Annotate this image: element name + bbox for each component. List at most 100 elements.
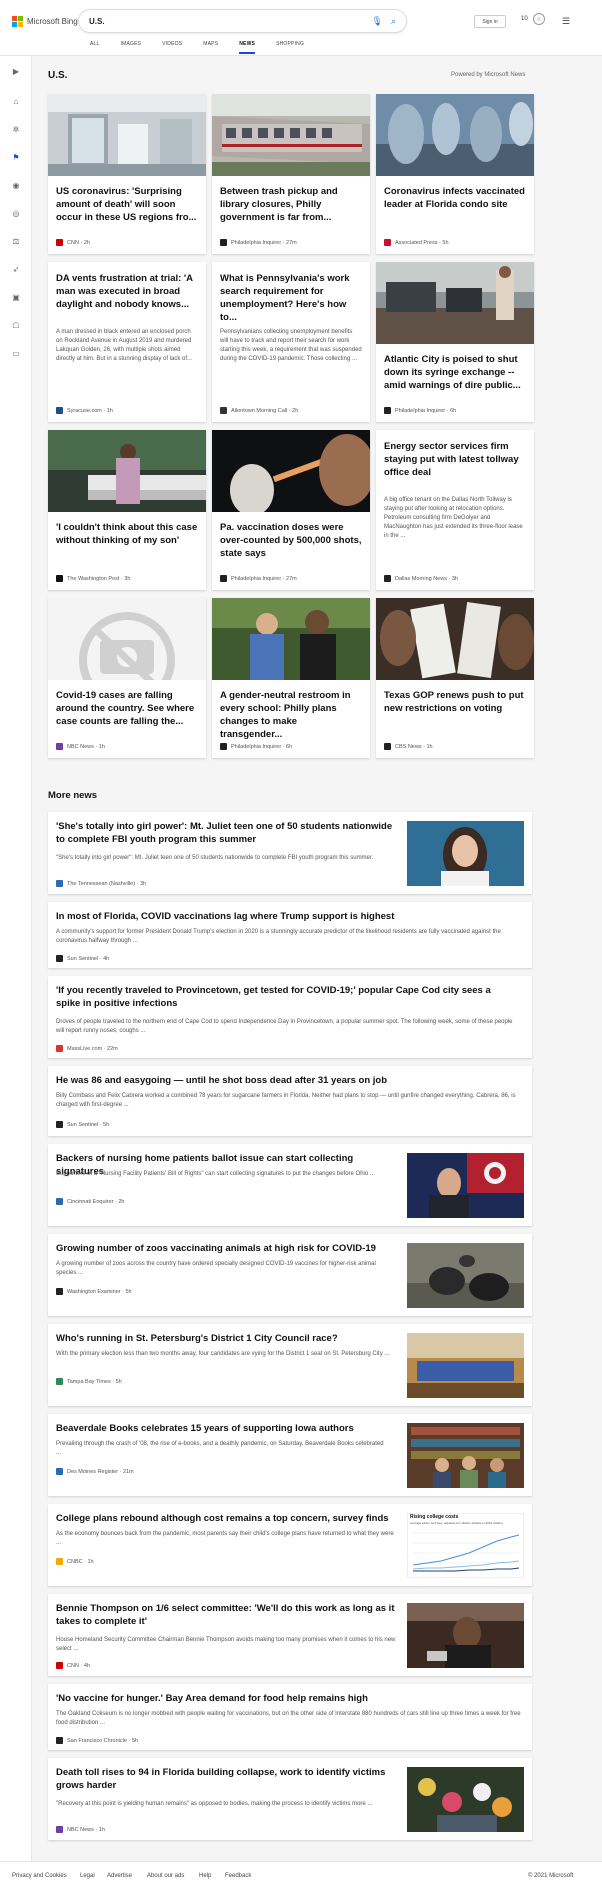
card-title[interactable]: DA vents frustration at trial: 'A man wa…	[56, 272, 198, 311]
news-row[interactable]: He was 86 and easygoing — until he shot …	[48, 1066, 532, 1136]
row-title[interactable]: Bennie Thompson on 1/6 select committee:…	[56, 1602, 401, 1628]
tab-maps[interactable]: MAPS	[203, 41, 218, 54]
card-title[interactable]: What is Pennsylvania's work search requi…	[220, 272, 362, 324]
world-globe-icon[interactable]: ◎	[10, 208, 22, 220]
tab-all[interactable]: ALL	[90, 41, 100, 54]
row-image: Rising college costs Average tuition and…	[407, 1513, 524, 1578]
local-pin-icon[interactable]: ◉	[10, 180, 22, 192]
source-logo-icon	[56, 1198, 63, 1205]
row-title[interactable]: Beaverdale Books celebrates 15 years of …	[56, 1422, 396, 1435]
business-building-icon[interactable]: ☖	[10, 320, 22, 332]
news-card[interactable]: DA vents frustration at trial: 'A man wa…	[48, 262, 206, 422]
news-row[interactable]: 'She's totally into girl power': Mt. Jul…	[48, 812, 532, 894]
row-title[interactable]: He was 86 and easygoing — until he shot …	[56, 1074, 516, 1087]
bing-logo[interactable]: Microsoft Bing	[12, 16, 78, 27]
search-box[interactable]: U.S. 🎙︎ ⌕	[79, 10, 406, 32]
tab-videos[interactable]: VIDEOS	[162, 41, 182, 54]
row-title[interactable]: Who's running in St. Petersburg's Distri…	[56, 1332, 396, 1345]
news-card[interactable]: What is Pennsylvania's work search requi…	[212, 262, 370, 422]
news-card[interactable]: Coronavirus infects vaccinated leader at…	[376, 94, 534, 254]
row-description: Droves of people traveled to the norther…	[56, 1019, 513, 1034]
card-description: A big office tenant on the Dallas North …	[384, 497, 523, 539]
footer-link-advertise[interactable]: Advertise	[107, 1873, 132, 1879]
card-image	[376, 262, 534, 344]
search-icon[interactable]: ⌕	[391, 16, 396, 27]
card-title[interactable]: US coronavirus: 'Surprising amount of de…	[56, 185, 198, 224]
row-title[interactable]: Death toll rises to 94 in Florida buildi…	[56, 1766, 401, 1792]
money-card-icon[interactable]: ▭	[10, 348, 22, 360]
rewards-icon[interactable]: ☆	[533, 13, 545, 25]
news-row[interactable]: 'No vaccine for hunger.' Bay Area demand…	[48, 1684, 532, 1750]
us-flag-icon[interactable]: ⚑	[10, 152, 22, 164]
coronavirus-icon[interactable]: ✲	[10, 124, 22, 136]
source-logo-icon	[220, 575, 227, 582]
footer-link-privacy[interactable]: Privacy and Cookies	[12, 1873, 67, 1879]
news-row[interactable]: Beaverdale Books celebrates 15 years of …	[48, 1414, 532, 1496]
home-icon[interactable]: ⌂	[10, 96, 22, 108]
politics-scale-icon[interactable]: ⚖	[10, 236, 22, 248]
category-rail: ▶ ⌂ ✲ ⚑ ◉ ◎ ⚖ ➶ ▣ ☖ ▭	[0, 56, 32, 1861]
news-row[interactable]: In most of Florida, COVID vaccinations l…	[48, 902, 532, 968]
microphone-icon[interactable]: 🎙︎	[372, 16, 383, 27]
footer-link-help[interactable]: Help	[199, 1873, 211, 1879]
source-logo-icon	[56, 955, 63, 962]
news-card[interactable]: Covid-19 cases are falling around the co…	[48, 598, 206, 758]
news-row[interactable]: College plans rebound although cost rema…	[48, 1504, 532, 1586]
news-row[interactable]: Death toll rises to 94 in Florida buildi…	[48, 1758, 532, 1840]
source-logo-icon	[220, 239, 227, 246]
news-row[interactable]: Who's running in St. Petersburg's Distri…	[48, 1324, 532, 1406]
tab-news[interactable]: NEWS	[239, 41, 256, 54]
row-image	[407, 821, 524, 886]
row-source: CNN · 4h	[56, 1662, 90, 1669]
card-title[interactable]: 'I couldn't think about this case withou…	[56, 521, 198, 547]
card-title[interactable]: Atlantic City is poised to shut down its…	[384, 353, 526, 392]
row-title[interactable]: 'If you recently traveled to Provincetow…	[56, 984, 516, 1010]
card-title[interactable]: Between trash pickup and library closure…	[220, 185, 362, 224]
menu-icon[interactable]: ☰	[562, 16, 570, 27]
tab-shopping[interactable]: SHOPPING	[276, 41, 304, 54]
science-rocket-icon[interactable]: ➶	[10, 264, 22, 276]
news-row[interactable]: Backers of nursing home patients ballot …	[48, 1144, 532, 1226]
news-card[interactable]: Energy sector services firm staying put …	[376, 430, 534, 590]
sign-in-button[interactable]: Sign in	[474, 15, 506, 28]
row-source: Washington Examiner · 5h	[56, 1288, 132, 1295]
card-title[interactable]: Coronavirus infects vaccinated leader at…	[384, 185, 526, 211]
row-image	[407, 1243, 524, 1308]
row-title[interactable]: Growing number of zoos vaccinating anima…	[56, 1242, 396, 1255]
news-card[interactable]: 'I couldn't think about this case withou…	[48, 430, 206, 590]
rewards-points[interactable]: 10	[521, 16, 528, 22]
card-title[interactable]: Pa. vaccination doses were over-counted …	[220, 521, 362, 560]
card-source: Philadelphia Inquirer · 27m	[220, 575, 297, 582]
news-card[interactable]: Between trash pickup and library closure…	[212, 94, 370, 254]
footer: Privacy and Cookies Legal Advertise Abou…	[0, 1861, 602, 1889]
news-row[interactable]: 'If you recently traveled to Provincetow…	[48, 976, 532, 1058]
news-card[interactable]: US coronavirus: 'Surprising amount of de…	[48, 94, 206, 254]
card-title[interactable]: A gender-neutral restroom in every schoo…	[220, 689, 362, 741]
footer-link-feedback[interactable]: Feedback	[225, 1873, 251, 1879]
footer-link-legal[interactable]: Legal	[80, 1873, 95, 1879]
source-logo-icon	[56, 743, 63, 750]
search-input[interactable]: U.S.	[89, 17, 364, 26]
news-card[interactable]: Atlantic City is poised to shut down its…	[376, 262, 534, 422]
card-title[interactable]: Texas GOP renews push to put new restric…	[384, 689, 526, 715]
row-source: MassLive.com · 22m	[56, 1045, 118, 1052]
news-card[interactable]: Pa. vaccination doses were over-counted …	[212, 430, 370, 590]
news-row[interactable]: Bennie Thompson on 1/6 select committee:…	[48, 1594, 532, 1676]
row-title[interactable]: College plans rebound although cost rema…	[56, 1512, 396, 1525]
news-row[interactable]: Growing number of zoos vaccinating anima…	[48, 1234, 532, 1316]
row-title[interactable]: 'No vaccine for hunger.' Bay Area demand…	[56, 1692, 526, 1705]
expand-rail-icon[interactable]: ▶	[10, 66, 22, 78]
row-title[interactable]: In most of Florida, COVID vaccinations l…	[56, 910, 526, 923]
tab-images[interactable]: IMAGES	[121, 41, 142, 54]
row-source: The Tennessean (Nashville) · 3h	[56, 880, 146, 887]
news-card[interactable]: Texas GOP renews push to put new restric…	[376, 598, 534, 758]
entertainment-film-icon[interactable]: ▣	[10, 292, 22, 304]
footer-link-about-ads[interactable]: About our ads	[147, 1873, 184, 1879]
row-title[interactable]: 'She's totally into girl power': Mt. Jul…	[56, 820, 396, 846]
news-card[interactable]: A gender-neutral restroom in every schoo…	[212, 598, 370, 758]
source-logo-icon	[384, 407, 391, 414]
row-description: A community's support for former Preside…	[56, 929, 501, 944]
card-title[interactable]: Energy sector services firm staying put …	[384, 440, 526, 479]
row-source: CNBC · 1h	[56, 1558, 94, 1565]
card-title[interactable]: Covid-19 cases are falling around the co…	[56, 689, 198, 728]
